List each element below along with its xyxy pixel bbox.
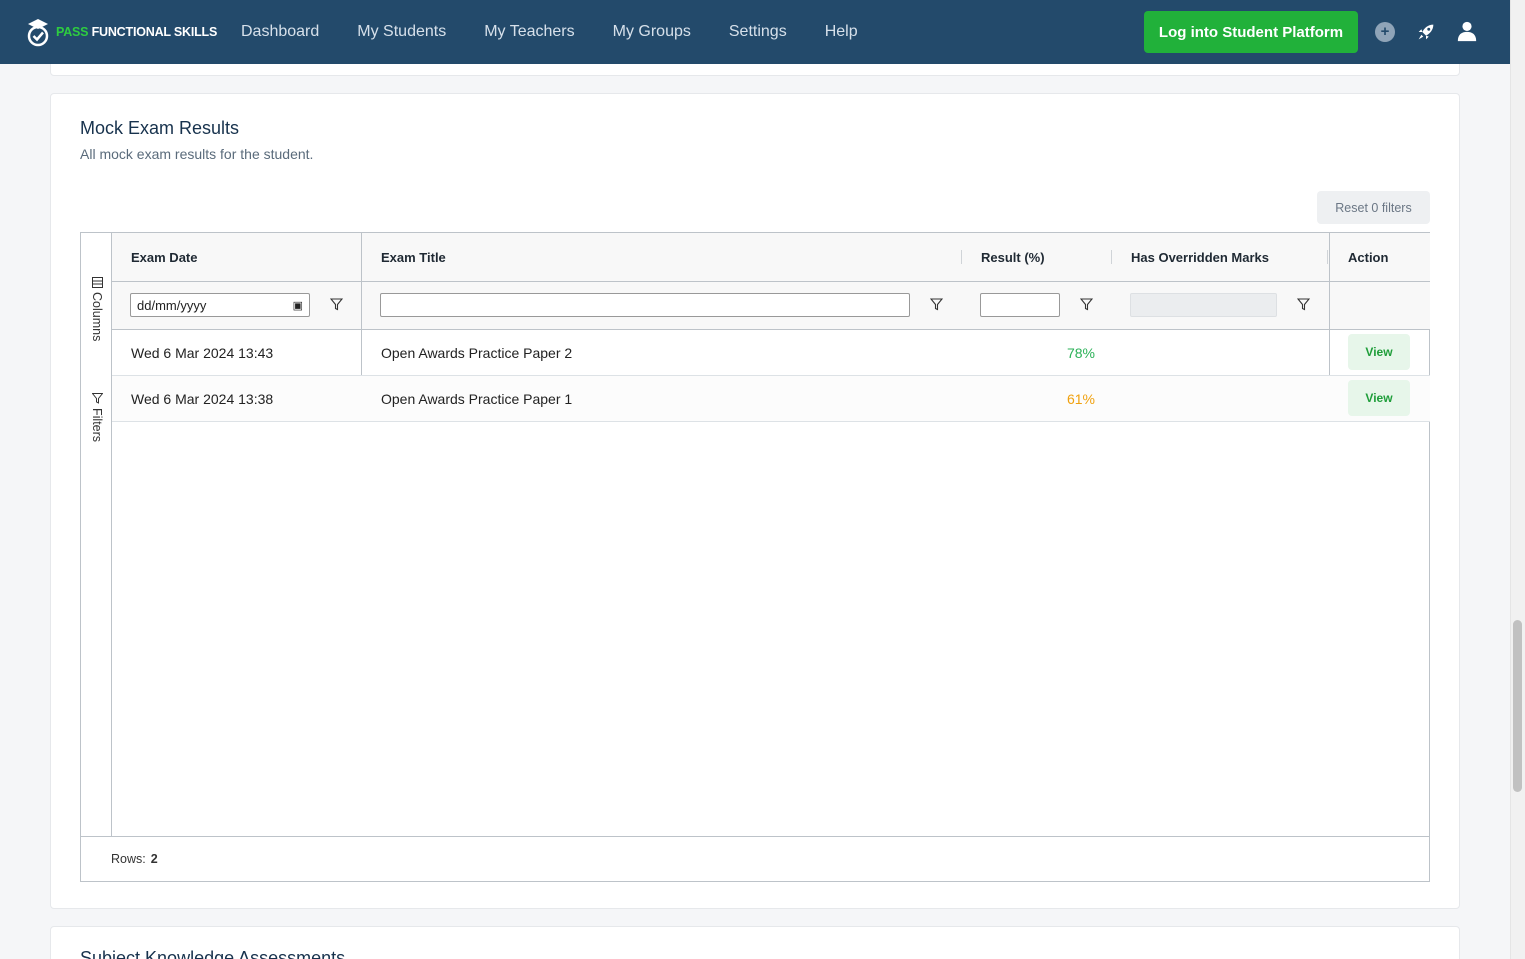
grid-header-row: Exam Date Exam Title Result (%) Has Over… [112, 233, 1430, 282]
user-profile-icon[interactable] [1455, 19, 1479, 43]
brand-functional-skills: FUNCTIONAL SKILLS [91, 25, 218, 39]
view-result-button[interactable]: View [1348, 380, 1410, 416]
nav-dashboard[interactable]: Dashboard [241, 23, 319, 41]
columns-tab-label: Columns [90, 292, 104, 342]
mock-exam-grid: Columns Filters Exam Date Exam Title Res… [80, 232, 1430, 882]
cell-exam-date: Wed 6 Mar 2024 13:43 [131, 344, 274, 361]
brand-name: PASS FUNCTIONAL SKILLS [56, 25, 217, 39]
row-count-value: 2 [150, 852, 158, 866]
nav-my-teachers[interactable]: My Teachers [484, 23, 574, 41]
plus-icon[interactable]: + [1375, 22, 1395, 42]
header-has-overridden-marks[interactable]: Has Overridden Marks [1131, 233, 1269, 282]
section-subtitle: All mock exam results for the student. [80, 146, 314, 162]
row-count-label: Rows: [111, 852, 146, 866]
page-scrollbar-track[interactable] [1510, 0, 1525, 959]
reset-filters-button[interactable]: Reset 0 filters [1317, 191, 1430, 224]
exam-date-filter-icon[interactable] [330, 298, 343, 311]
filter-icon [91, 393, 103, 404]
result-filter-icon[interactable] [1080, 298, 1093, 311]
header-exam-title[interactable]: Exam Title [381, 233, 446, 282]
cell-exam-title: Open Awards Practice Paper 2 [381, 344, 573, 361]
nav-help[interactable]: Help [825, 23, 858, 41]
columns-tool-tab[interactable]: Columns [87, 277, 107, 341]
page-scrollbar-thumb[interactable] [1513, 620, 1522, 792]
cell-result: 61% [1066, 390, 1095, 407]
nav-links: Dashboard My Students My Teachers My Gro… [241, 23, 896, 41]
nav-settings[interactable]: Settings [729, 23, 787, 41]
columns-icon [91, 277, 103, 288]
header-exam-date[interactable]: Exam Date [131, 233, 197, 282]
header-resize-handle[interactable] [1111, 250, 1112, 264]
grid-filter-row: dd/mm/yyyy ▣ [112, 282, 1430, 330]
exam-title-filter-icon[interactable] [930, 298, 943, 311]
overridden-marks-filter-icon[interactable] [1297, 298, 1310, 311]
header-result[interactable]: Result (%) [981, 233, 1045, 282]
table-row: Wed 6 Mar 2024 13:38 Open Awards Practic… [112, 376, 1430, 422]
overridden-marks-filter-input [1130, 293, 1277, 317]
login-student-platform-button[interactable]: Log into Student Platform [1144, 11, 1358, 53]
cell-exam-title: Open Awards Practice Paper 1 [381, 390, 573, 407]
view-result-button[interactable]: View [1348, 334, 1410, 370]
top-navbar: PASS FUNCTIONAL SKILLS Dashboard My Stud… [0, 0, 1510, 64]
grid-side-panel: Columns Filters [81, 233, 112, 836]
brand-pass: PASS [56, 25, 89, 39]
section-title: Mock Exam Results [80, 118, 240, 138]
header-action: Action [1348, 250, 1389, 265]
calendar-icon[interactable]: ▣ [293, 299, 303, 312]
cell-exam-date: Wed 6 Mar 2024 13:38 [131, 390, 274, 407]
nav-my-groups[interactable]: My Groups [613, 23, 691, 41]
brand-logo[interactable]: PASS FUNCTIONAL SKILLS [24, 16, 224, 48]
result-filter-input[interactable] [980, 293, 1060, 317]
header-resize-handle[interactable] [1327, 250, 1328, 264]
header-resize-handle[interactable] [961, 250, 962, 264]
exam-title-filter-input[interactable] [380, 293, 910, 317]
filters-tab-label: Filters [90, 408, 104, 443]
date-placeholder: dd/mm/yyyy [137, 297, 207, 313]
exam-date-filter-input[interactable]: dd/mm/yyyy ▣ [130, 293, 310, 317]
logo-check-icon [27, 19, 49, 47]
filters-tool-tab[interactable]: Filters [87, 393, 107, 442]
rocket-icon[interactable] [1414, 20, 1438, 44]
grid-status-bar: Rows: 2 [81, 836, 1429, 881]
nav-my-students[interactable]: My Students [357, 23, 446, 41]
cell-result: 78% [1066, 344, 1095, 361]
table-row: Wed 6 Mar 2024 13:43 Open Awards Practic… [112, 330, 1430, 376]
next-section-title: Subject Knowledge Assessments [80, 948, 346, 959]
